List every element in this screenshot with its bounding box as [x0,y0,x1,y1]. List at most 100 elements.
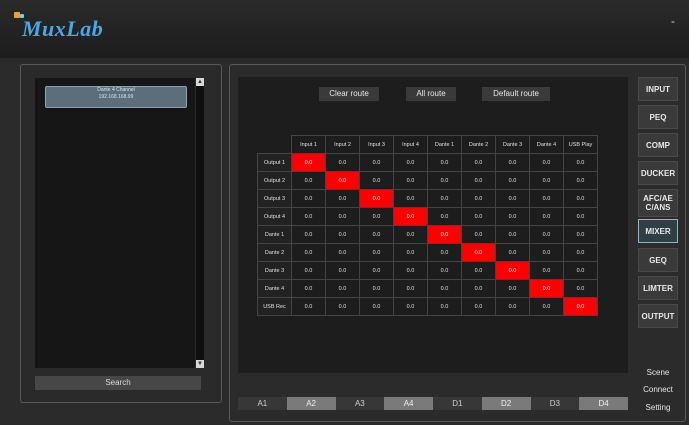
route-cell[interactable]: 0.0 [529,261,564,280]
route-cell[interactable]: 0.0 [393,171,428,190]
route-cell[interactable]: 0.0 [291,243,326,262]
route-cell[interactable]: 0.0 [529,171,564,190]
route-cell[interactable]: 0.0 [529,225,564,244]
scroll-up-icon[interactable]: ▲ [196,78,204,86]
clear-route-button[interactable]: Clear route [319,87,379,101]
route-cell[interactable]: 0.0 [495,171,530,190]
tab-a3[interactable]: A3 [335,397,385,410]
route-cell[interactable]: 0.0 [495,207,530,226]
route-cell[interactable]: 0.0 [495,189,530,208]
route-cell[interactable]: 0.0 [427,279,462,298]
route-cell[interactable]: 0.0 [291,189,326,208]
device-list-scrollbar[interactable]: ▲ ▼ [196,78,204,368]
scene-button[interactable]: Scene [638,368,678,377]
route-cell[interactable]: 0.0 [291,261,326,280]
route-cell[interactable]: 0.0 [291,207,326,226]
route-cell[interactable]: 0.0 [461,171,496,190]
route-cell[interactable]: 0.0 [393,207,428,226]
route-cell[interactable]: 0.0 [291,171,326,190]
route-cell[interactable]: 0.0 [325,225,360,244]
route-cell[interactable]: 0.0 [529,279,564,298]
route-cell[interactable]: 0.0 [359,207,394,226]
connect-button[interactable]: Connect [638,385,678,394]
route-cell[interactable]: 0.0 [461,225,496,244]
route-cell[interactable]: 0.0 [393,189,428,208]
route-cell[interactable]: 0.0 [291,279,326,298]
tab-d4[interactable]: D4 [579,397,628,410]
output-button[interactable]: OUTPUT [638,304,678,328]
route-cell[interactable]: 0.0 [359,171,394,190]
route-cell[interactable]: 0.0 [427,189,462,208]
device-item[interactable]: Dante 4 Channel 192.168.168.99 [45,86,187,108]
ducker-button[interactable]: DUCKER [638,161,678,185]
route-cell[interactable]: 0.0 [461,297,496,316]
route-cell[interactable]: 0.0 [529,297,564,316]
route-cell[interactable]: 0.0 [461,243,496,262]
afc-aec-ans-button[interactable]: AFC/AE C/ANS [638,189,678,217]
route-cell[interactable]: 0.0 [325,171,360,190]
route-cell[interactable]: 0.0 [495,243,530,262]
default-route-button[interactable]: Default route [482,87,550,101]
scroll-down-icon[interactable]: ▼ [196,360,204,368]
tab-d3[interactable]: D3 [530,397,580,410]
route-cell[interactable]: 0.0 [291,153,326,172]
route-cell[interactable]: 0.0 [563,243,598,262]
route-cell[interactable]: 0.0 [325,279,360,298]
route-cell[interactable]: 0.0 [563,297,598,316]
tab-d1[interactable]: D1 [433,397,482,410]
route-cell[interactable]: 0.0 [325,189,360,208]
search-button[interactable]: Search [35,376,201,390]
route-cell[interactable]: 0.0 [563,153,598,172]
route-cell[interactable]: 0.0 [495,261,530,280]
route-cell[interactable]: 0.0 [393,297,428,316]
route-cell[interactable]: 0.0 [393,153,428,172]
route-cell[interactable]: 0.0 [563,261,598,280]
route-cell[interactable]: 0.0 [461,261,496,280]
route-cell[interactable]: 0.0 [325,243,360,262]
route-cell[interactable]: 0.0 [529,189,564,208]
route-cell[interactable]: 0.0 [325,261,360,280]
minimize-button[interactable]: - [671,14,675,28]
route-cell[interactable]: 0.0 [393,261,428,280]
route-cell[interactable]: 0.0 [393,279,428,298]
route-cell[interactable]: 0.0 [563,189,598,208]
route-cell[interactable]: 0.0 [291,297,326,316]
geq-button[interactable]: GEQ [638,248,678,272]
comp-button[interactable]: COMP [638,133,678,157]
peq-button[interactable]: PEQ [638,105,678,129]
input-button[interactable]: INPUT [638,77,678,101]
route-cell[interactable]: 0.0 [461,189,496,208]
route-cell[interactable]: 0.0 [563,225,598,244]
route-cell[interactable]: 0.0 [495,297,530,316]
route-cell[interactable]: 0.0 [427,243,462,262]
route-cell[interactable]: 0.0 [529,207,564,226]
route-cell[interactable]: 0.0 [529,243,564,262]
tab-a2[interactable]: A2 [286,397,336,410]
route-cell[interactable]: 0.0 [529,153,564,172]
route-cell[interactable]: 0.0 [359,297,394,316]
route-cell[interactable]: 0.0 [325,153,360,172]
route-cell[interactable]: 0.0 [461,279,496,298]
route-cell[interactable]: 0.0 [359,153,394,172]
route-cell[interactable]: 0.0 [359,225,394,244]
route-cell[interactable]: 0.0 [461,207,496,226]
route-cell[interactable]: 0.0 [563,207,598,226]
route-cell[interactable]: 0.0 [291,225,326,244]
route-cell[interactable]: 0.0 [427,153,462,172]
route-cell[interactable]: 0.0 [563,279,598,298]
route-cell[interactable]: 0.0 [427,207,462,226]
tab-a4[interactable]: A4 [384,397,433,410]
route-cell[interactable]: 0.0 [427,261,462,280]
route-cell[interactable]: 0.0 [563,171,598,190]
mixer-button[interactable]: MIXER [638,219,678,243]
route-cell[interactable]: 0.0 [359,261,394,280]
tab-a1[interactable]: A1 [238,397,287,410]
route-cell[interactable]: 0.0 [393,225,428,244]
route-cell[interactable]: 0.0 [325,207,360,226]
route-cell[interactable]: 0.0 [495,153,530,172]
route-cell[interactable]: 0.0 [495,279,530,298]
route-cell[interactable]: 0.0 [427,171,462,190]
route-cell[interactable]: 0.0 [427,297,462,316]
route-cell[interactable]: 0.0 [461,153,496,172]
route-cell[interactable]: 0.0 [359,189,394,208]
